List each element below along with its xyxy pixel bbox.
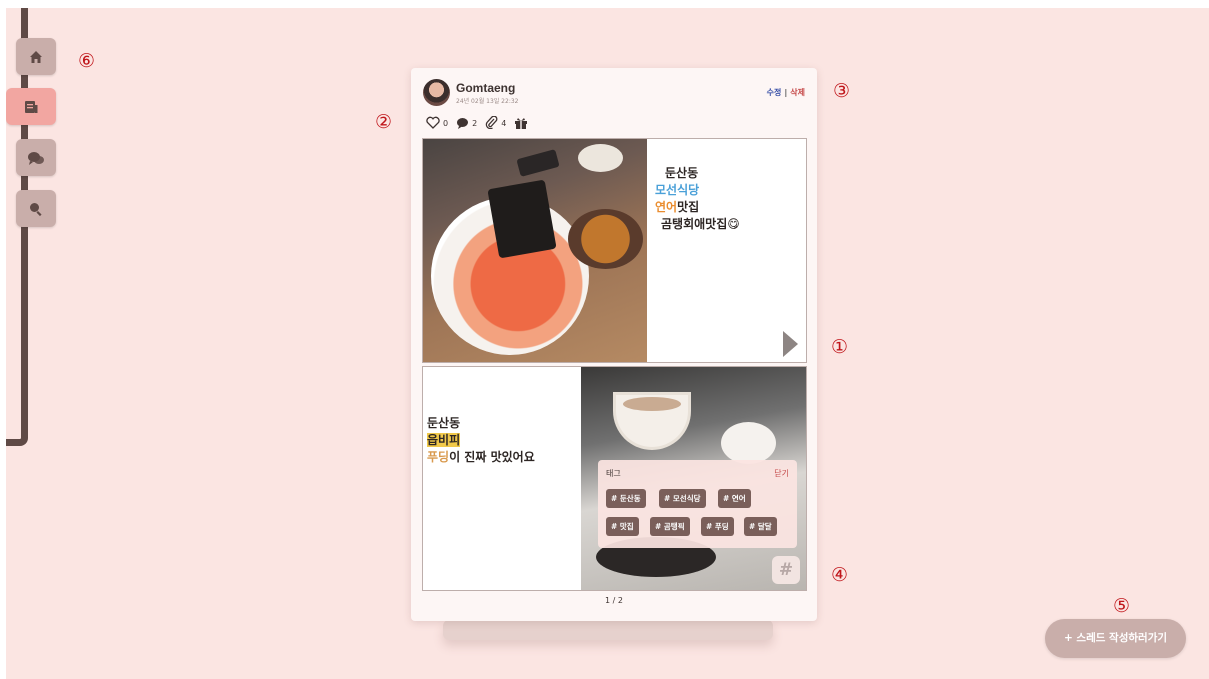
write-thread-button[interactable]: + 스레드 작성하러가기 bbox=[1045, 619, 1186, 658]
tag-chip[interactable]: # 모선식당 bbox=[659, 489, 706, 508]
annotation-marker-5: ⑤ bbox=[1113, 595, 1131, 617]
tag-chip[interactable]: # 연어 bbox=[718, 489, 751, 508]
salmon-bowl-photo bbox=[423, 139, 647, 362]
card-stack-shadow bbox=[443, 620, 773, 640]
nav-home-button[interactable] bbox=[16, 38, 56, 75]
hashtag-toggle-button[interactable]: # bbox=[772, 556, 800, 584]
attachment-count: 4 bbox=[501, 119, 507, 128]
post-card: Gomtaeng 24년 02월 13일 22:32 수정|삭제 0 2 4 bbox=[411, 68, 817, 621]
slide1-caption: 둔산동 모선식당 연어맛집 곰탱회애맛집😋 bbox=[655, 165, 740, 233]
caption-highlight: 연어 bbox=[655, 200, 678, 214]
delete-button[interactable]: 삭제 bbox=[790, 88, 805, 97]
comment-icon[interactable] bbox=[456, 117, 469, 131]
slide2-caption: 둔산동 읍비피 푸딩이 진짜 맛있어요 bbox=[427, 415, 535, 466]
like-count: 0 bbox=[443, 119, 449, 128]
tag-chip[interactable]: # 곰탱픽 bbox=[650, 517, 690, 536]
caption-highlight: 읍비피 bbox=[427, 433, 461, 447]
nav-chat-button[interactable] bbox=[16, 139, 56, 176]
tag-panel: 태그 닫기 # 둔산동 # 모선식당 # 연어 # 맛집 # 곰탱픽 # 푸딩 … bbox=[598, 460, 797, 548]
post-username[interactable]: Gomtaeng bbox=[456, 81, 515, 95]
caption-highlight: 푸딩 bbox=[427, 450, 450, 464]
avatar[interactable] bbox=[423, 79, 450, 106]
annotation-marker-1: ① bbox=[831, 336, 849, 358]
post-actions: 수정 | 삭제 bbox=[767, 87, 805, 98]
page-indicator: 1 / 2 bbox=[605, 596, 623, 605]
annotation-marker-2: ② bbox=[375, 111, 393, 133]
post-stats: 0 2 4 bbox=[426, 115, 528, 131]
post-image-1[interactable]: 둔산동 모선식당 연어맛집 곰탱회애맛집😋 bbox=[422, 138, 807, 363]
search-icon bbox=[28, 201, 44, 217]
annotation-marker-6: ⑥ bbox=[78, 50, 96, 72]
app-canvas: ⑥ ② ③ ① ④ ⑤ Gomtaeng 24년 02월 13일 22:32 수… bbox=[6, 8, 1209, 679]
post-image-2[interactable]: 둔산동 읍비피 푸딩이 진짜 맛있어요 태그 닫기 # 둔산동 # 모선식당 #… bbox=[422, 366, 807, 591]
nav-search-button[interactable] bbox=[16, 190, 56, 227]
caption-line: 모선식당 bbox=[655, 183, 700, 197]
caption-line: 둔산동 bbox=[665, 166, 699, 180]
annotation-marker-3: ③ bbox=[833, 80, 851, 102]
post-date: 24년 02월 13일 22:32 bbox=[456, 98, 519, 105]
tag-chip[interactable]: # 둔산동 bbox=[606, 489, 646, 508]
tag-close-button[interactable]: 닫기 bbox=[774, 468, 789, 479]
posts-icon bbox=[23, 99, 39, 115]
caption-line: 이 진짜 맛있어요 bbox=[449, 450, 535, 464]
gift-icon[interactable] bbox=[514, 117, 528, 131]
paperclip-icon[interactable] bbox=[485, 115, 498, 131]
edit-button[interactable]: 수정 bbox=[767, 88, 782, 97]
comment-count: 2 bbox=[472, 119, 478, 128]
caption-line: 둔산동 bbox=[427, 416, 461, 430]
nav-posts-button[interactable] bbox=[6, 88, 56, 125]
caption-line: 맛집 bbox=[677, 200, 700, 214]
action-separator: | bbox=[784, 88, 788, 97]
heart-icon[interactable] bbox=[426, 116, 440, 131]
home-icon bbox=[28, 49, 44, 65]
tag-chip[interactable]: # 맛집 bbox=[606, 517, 639, 536]
caption-line: 곰탱회애맛집😋 bbox=[661, 217, 740, 231]
tag-panel-title: 태그 bbox=[606, 469, 621, 478]
tag-chip[interactable]: # 푸딩 bbox=[701, 517, 734, 536]
next-slide-arrow-icon[interactable] bbox=[781, 330, 799, 362]
tag-chip[interactable]: # 달달 bbox=[744, 517, 777, 536]
annotation-marker-4: ④ bbox=[831, 564, 849, 586]
chat-icon bbox=[27, 150, 45, 166]
